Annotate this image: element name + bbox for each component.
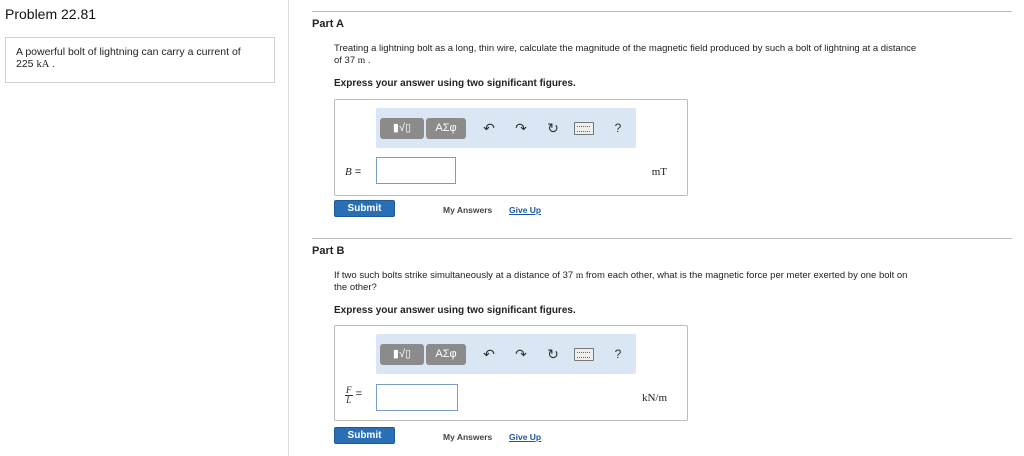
template-icon[interactable]: ▮√▯ bbox=[380, 344, 424, 365]
problem-statement: A powerful bolt of lightning can carry a… bbox=[16, 46, 241, 70]
problem-statement-box: A powerful bolt of lightning can carry a… bbox=[5, 37, 275, 83]
part-b-title: Part B bbox=[312, 245, 345, 257]
part-b-question: If two such bolts strike simultaneously … bbox=[334, 270, 908, 293]
problem-panel: Problem 22.81 A powerful bolt of lightni… bbox=[0, 0, 289, 456]
keyboard-icon[interactable] bbox=[574, 348, 594, 361]
reset-icon[interactable]: ↻ bbox=[544, 119, 562, 137]
help-icon[interactable]: ? bbox=[609, 345, 627, 363]
greek-symbols-icon[interactable]: ΑΣφ bbox=[426, 118, 466, 139]
part-a-answer-box: ▮√▯ ΑΣφ ↶ ↷ ↻ ? B = mT bbox=[334, 99, 688, 196]
undo-icon[interactable]: ↶ bbox=[480, 119, 498, 137]
part-a-title: Part A bbox=[312, 18, 344, 30]
reset-icon[interactable]: ↻ bbox=[544, 345, 562, 363]
part-b-submit-button[interactable]: Submit bbox=[334, 427, 395, 444]
part-b-answer-box: ▮√▯ ΑΣφ ↶ ↷ ↻ ? F L = kN/m bbox=[334, 325, 688, 421]
help-icon[interactable]: ? bbox=[609, 119, 627, 137]
part-a-submit-button[interactable]: Submit bbox=[334, 200, 395, 217]
part-a-toolbar: ▮√▯ ΑΣφ ↶ ↷ ↻ ? bbox=[376, 108, 636, 148]
part-a-answer-input[interactable] bbox=[376, 157, 456, 184]
part-a-instruction: Express your answer using two significan… bbox=[334, 78, 576, 89]
part-a-give-up-link[interactable]: Give Up bbox=[509, 205, 541, 215]
part-a-divider bbox=[312, 11, 1012, 12]
part-a-question: Treating a lightning bolt as a long, thi… bbox=[334, 43, 917, 66]
part-b-give-up-link[interactable]: Give Up bbox=[509, 432, 541, 442]
redo-icon[interactable]: ↷ bbox=[512, 119, 530, 137]
part-b-toolbar: ▮√▯ ΑΣφ ↶ ↷ ↻ ? bbox=[376, 334, 636, 374]
part-b-unit: kN/m bbox=[641, 392, 667, 404]
part-a-my-answers-link[interactable]: My Answers bbox=[443, 205, 492, 215]
template-icon[interactable]: ▮√▯ bbox=[380, 118, 424, 139]
greek-symbols-icon[interactable]: ΑΣφ bbox=[426, 344, 466, 365]
keyboard-icon[interactable] bbox=[574, 122, 594, 135]
redo-icon[interactable]: ↷ bbox=[512, 345, 530, 363]
undo-icon[interactable]: ↶ bbox=[480, 345, 498, 363]
part-b-instruction: Express your answer using two significan… bbox=[334, 305, 576, 316]
part-a-variable-label: B = bbox=[345, 166, 362, 178]
problem-title: Problem 22.81 bbox=[5, 6, 97, 22]
part-b-variable-label: F L = bbox=[345, 385, 362, 405]
part-b-divider bbox=[312, 238, 1012, 239]
part-b-my-answers-link[interactable]: My Answers bbox=[443, 432, 492, 442]
part-a-unit: mT bbox=[651, 166, 667, 178]
force-per-length-fraction: F L bbox=[345, 385, 353, 405]
part-b-answer-input[interactable] bbox=[376, 384, 458, 411]
